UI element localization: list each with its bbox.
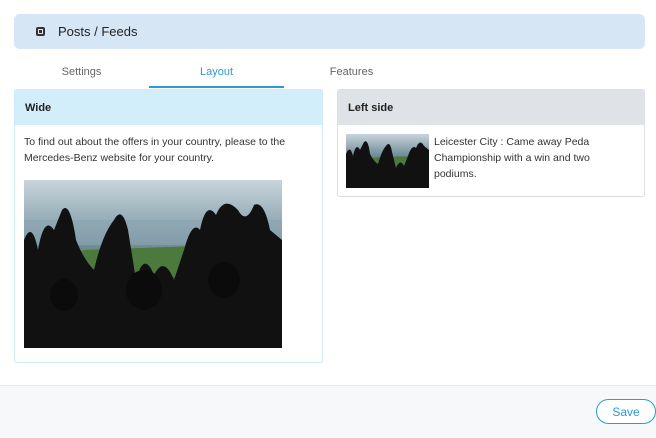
stadium-crowd-image — [24, 180, 282, 348]
layout-panel: Posts / Feeds Settings Layout Features W… — [0, 0, 656, 386]
layout-option-wide[interactable]: Wide To find out about the offers in you… — [14, 89, 323, 363]
tab-features[interactable]: Features — [284, 60, 419, 88]
widget-icon — [36, 27, 45, 36]
page-title: Posts / Feeds — [58, 24, 138, 39]
layout-option-left-side[interactable]: Left side Leicester City : Came away Ped… — [337, 89, 645, 197]
tab-settings[interactable]: Settings — [14, 60, 149, 88]
page-header: Posts / Feeds — [14, 14, 645, 49]
tab-bar: Settings Layout Features — [14, 60, 645, 88]
tab-layout[interactable]: Layout — [149, 60, 284, 88]
wide-card-text: To find out about the offers in your cou… — [24, 136, 286, 164]
left-card-text: Leicester City : Came away Peda Champion… — [434, 136, 590, 180]
save-button[interactable]: Save — [596, 399, 656, 424]
stadium-crowd-thumbnail — [346, 134, 429, 188]
wide-card-title: Wide — [15, 90, 322, 125]
left-card-title: Left side — [338, 90, 644, 125]
